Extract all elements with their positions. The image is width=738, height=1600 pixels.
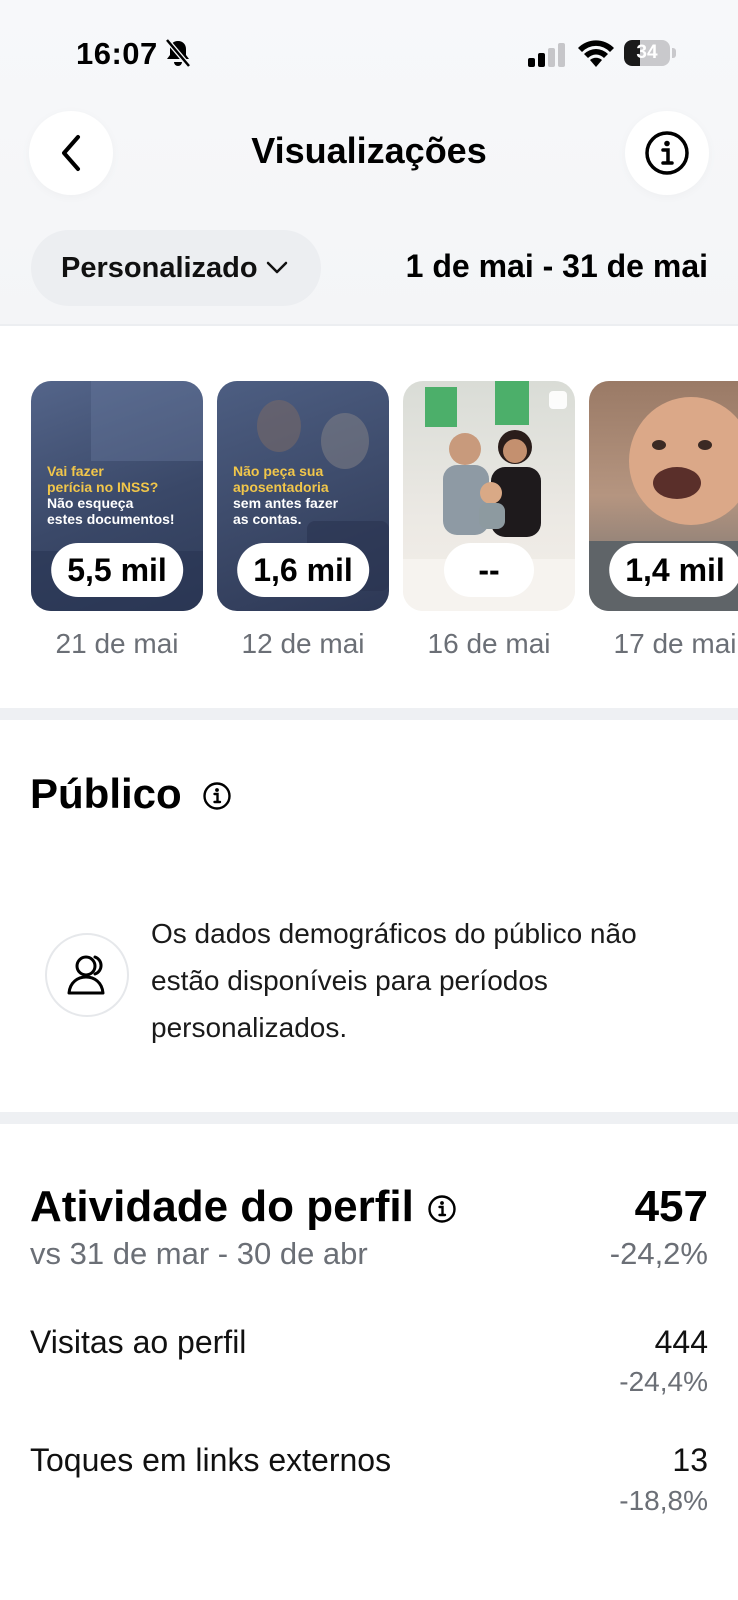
- section-separator: [0, 708, 738, 720]
- post-date: 12 de mai: [241, 628, 365, 659]
- audience-unavailable-message: Os dados demográficos do público não est…: [151, 918, 637, 1043]
- activity-row-change: -18,8%: [619, 1485, 708, 1516]
- post-thumbnail[interactable]: --: [403, 381, 575, 611]
- views-count: 1,4 mil: [609, 543, 738, 597]
- chevron-down-icon: [266, 261, 287, 274]
- activity-row-label: Visitas ao perfil: [30, 1324, 247, 1360]
- audience-title: Público: [30, 770, 182, 817]
- cellular-signal-icon: [528, 43, 565, 67]
- info-button[interactable]: [625, 111, 709, 195]
- info-icon: [645, 131, 689, 175]
- period-filter-label: Personalizado: [61, 251, 258, 284]
- views-count: --: [444, 543, 534, 597]
- status-time: 16:07: [76, 36, 158, 71]
- post-date: 21 de mai: [55, 628, 179, 659]
- info-icon[interactable]: [427, 1194, 457, 1224]
- audience-icon-badge: [45, 933, 129, 1017]
- section-separator: [0, 1112, 738, 1124]
- wifi-icon: [578, 40, 614, 67]
- info-icon[interactable]: [202, 781, 232, 811]
- activity-change: -24,2%: [609, 1236, 708, 1271]
- date-range: 1 de mai - 31 de mai: [405, 248, 708, 284]
- divider: [0, 324, 738, 326]
- views-count: 5,5 mil: [51, 543, 183, 597]
- battery-percent: 34: [636, 42, 658, 63]
- bell-off-icon: [165, 38, 191, 68]
- post-thumbnail[interactable]: Vai fazer perícia no INSS? Não esqueça e…: [31, 381, 203, 611]
- views-count: 1,6 mil: [237, 543, 369, 597]
- post-thumbnail[interactable]: Não peça sua aposentadoria sem antes faz…: [217, 381, 389, 611]
- post-date: 17 de mai: [613, 628, 737, 659]
- activity-row-value: 13: [672, 1442, 708, 1478]
- post-overlay-text: Vai fazer perícia no INSS? Não esqueça e…: [47, 463, 175, 527]
- activity-total: 457: [634, 1182, 708, 1231]
- person-icon: [67, 955, 105, 995]
- post-date: 16 de mai: [427, 628, 551, 659]
- activity-title: Atividade do perfil: [30, 1182, 414, 1231]
- activity-row-label: Toques em links externos: [30, 1442, 392, 1478]
- post-thumbnail[interactable]: 1,4 mil: [589, 381, 738, 611]
- activity-compare-period: vs 31 de mar - 30 de abr: [30, 1236, 368, 1271]
- activity-row-value: 444: [654, 1324, 708, 1360]
- activity-row-change: -24,4%: [619, 1366, 708, 1397]
- post-overlay-text: Não peça sua aposentadoria sem antes faz…: [233, 463, 339, 527]
- period-filter-dropdown[interactable]: Personalizado: [31, 230, 321, 306]
- battery-icon: 34: [624, 40, 676, 66]
